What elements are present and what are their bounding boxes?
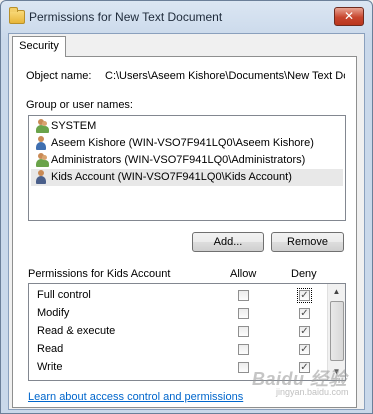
- permission-row-modify: Modify: [37, 304, 327, 322]
- allow-column-header: Allow: [230, 268, 257, 280]
- allow-checkbox-full-control[interactable]: [238, 290, 249, 301]
- allow-checkbox-modify[interactable]: [238, 308, 249, 319]
- allow-checkbox-read[interactable]: [238, 344, 249, 355]
- scroll-up-arrow-icon[interactable]: ▲: [328, 284, 345, 300]
- list-item-label: Kids Account (WIN-VSO7F941LQ0\Kids Accou…: [51, 171, 292, 183]
- window-title: Permissions for New Text Document: [29, 10, 223, 24]
- deny-checkbox-modify[interactable]: ✓: [299, 308, 310, 319]
- folder-icon: [9, 7, 25, 24]
- group-icon: [34, 153, 49, 168]
- allow-checkbox-read-execute[interactable]: [238, 326, 249, 337]
- list-item-label: Aseem Kishore (WIN-VSO7F941LQ0\Aseem Kis…: [51, 137, 314, 149]
- tab-security[interactable]: Security: [12, 36, 66, 57]
- permission-row-full-control: Full control: [37, 286, 327, 304]
- permission-label: Read: [37, 343, 64, 355]
- deny-checkbox-full-control[interactable]: ✓: [297, 288, 312, 303]
- allow-checkbox-write[interactable]: [238, 362, 249, 373]
- deny-checkbox-read-execute[interactable]: ✓: [299, 326, 310, 337]
- deny-column-header: Deny: [291, 268, 317, 280]
- learn-access-control-link[interactable]: Learn about access control and permissio…: [28, 391, 243, 403]
- object-name-label: Object name:: [26, 70, 92, 82]
- list-item-label: SYSTEM: [51, 120, 97, 132]
- permission-label: Full control: [37, 289, 91, 301]
- list-item-aseem-kishore[interactable]: Aseem Kishore (WIN-VSO7F941LQ0\Aseem Kis…: [31, 135, 343, 152]
- user-icon: [34, 136, 48, 151]
- group-user-names-label: Group or user names:: [26, 99, 133, 111]
- list-item-system[interactable]: SYSTEM: [31, 118, 343, 135]
- permission-row-read-execute: Read & execute: [37, 322, 327, 340]
- object-name-value: C:\Users\Aseem Kishore\Documents\New Tex…: [105, 70, 345, 82]
- permission-label: Modify: [37, 307, 70, 319]
- baidu-watermark-url: jingyan.baidu.com: [276, 387, 349, 397]
- remove-button[interactable]: Remove: [271, 232, 344, 252]
- close-button[interactable]: ✕: [334, 7, 364, 26]
- deny-checkbox-read[interactable]: ✓: [299, 344, 310, 355]
- permission-label: Read & execute: [37, 325, 116, 337]
- permissions-header: Permissions for Kids Account: [28, 268, 171, 280]
- group-user-listbox[interactable]: SYSTEM Aseem Kishore (WIN-VSO7F941LQ0\As…: [28, 115, 346, 221]
- list-item-label: Administrators (WIN-VSO7F941LQ0\Administ…: [51, 154, 306, 166]
- group-icon: [34, 119, 49, 134]
- scrollbar-thumb[interactable]: [330, 301, 344, 361]
- permission-label: Write: [37, 361, 63, 373]
- list-item-kids-account[interactable]: Kids Account (WIN-VSO7F941LQ0\Kids Accou…: [31, 169, 343, 186]
- user-icon: [34, 170, 48, 185]
- title-bar: Permissions for New Text Document ✕: [1, 1, 372, 33]
- add-button[interactable]: Add...: [192, 232, 264, 252]
- permission-row-read: Read: [37, 340, 327, 358]
- list-item-administrators[interactable]: Administrators (WIN-VSO7F941LQ0\Administ…: [31, 152, 343, 169]
